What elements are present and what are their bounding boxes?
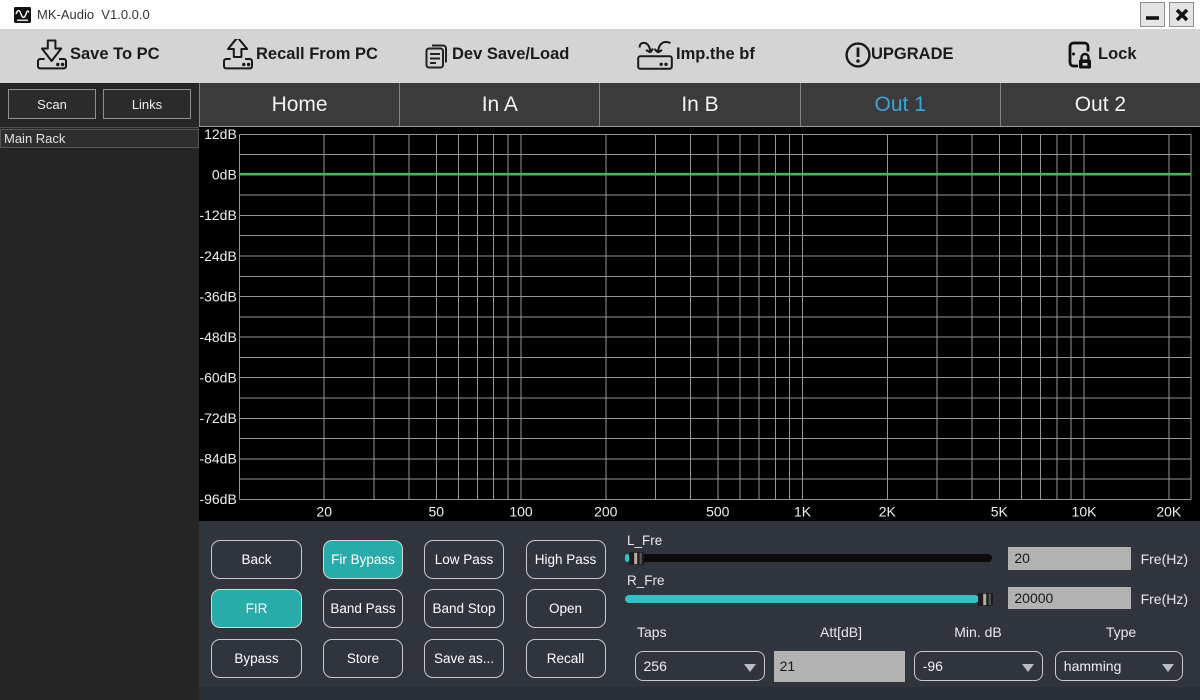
svg-text:5K: 5K <box>991 504 1009 520</box>
svg-text:200: 200 <box>594 504 618 520</box>
svg-text:-12dB: -12dB <box>199 207 236 223</box>
svg-text:12dB: 12dB <box>204 127 237 142</box>
svg-text:-96dB: -96dB <box>199 491 236 507</box>
svg-text:-84dB: -84dB <box>199 451 236 467</box>
svg-text:20: 20 <box>316 504 332 520</box>
svg-text:20K: 20K <box>1156 504 1182 520</box>
svg-text:50: 50 <box>429 504 445 520</box>
svg-text:2K: 2K <box>879 504 897 520</box>
svg-text:10K: 10K <box>1072 504 1098 520</box>
svg-text:100: 100 <box>509 504 533 520</box>
svg-text:500: 500 <box>706 504 730 520</box>
svg-text:1K: 1K <box>794 504 812 520</box>
svg-text:-36dB: -36dB <box>199 288 236 304</box>
svg-text:0dB: 0dB <box>212 167 237 183</box>
svg-text:-24dB: -24dB <box>199 248 236 264</box>
svg-text:-60dB: -60dB <box>199 370 236 386</box>
svg-text:-48dB: -48dB <box>199 329 236 345</box>
svg-text:-72dB: -72dB <box>199 410 236 426</box>
